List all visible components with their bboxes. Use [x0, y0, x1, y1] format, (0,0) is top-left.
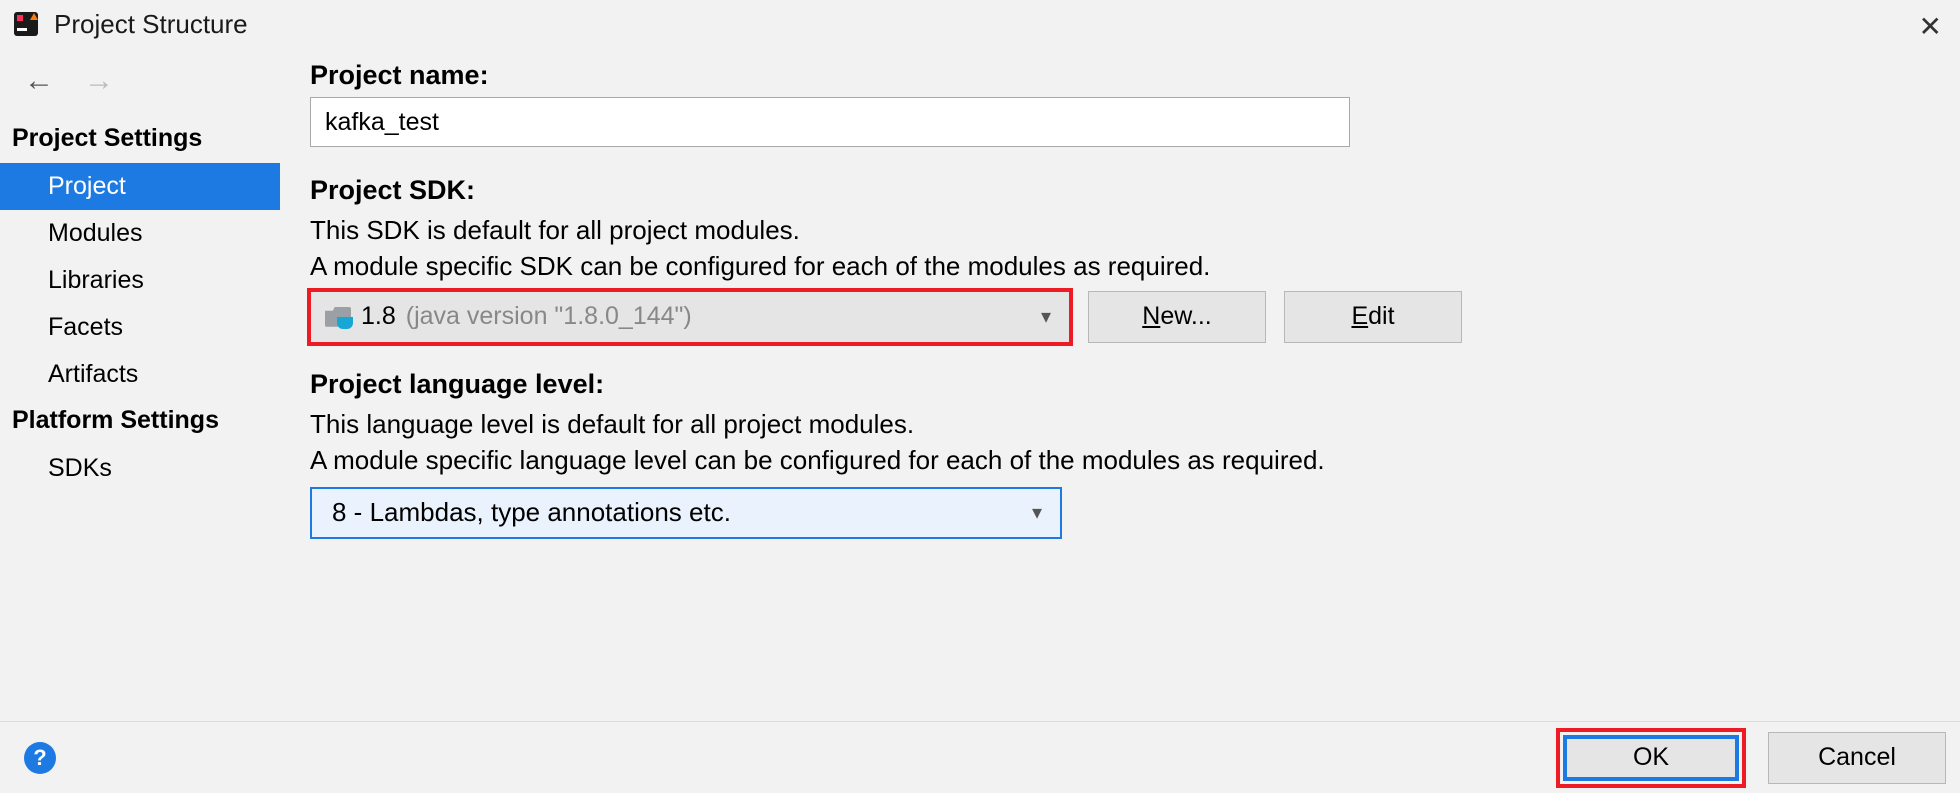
language-level-label: Project language level:: [310, 369, 1930, 400]
project-name-input[interactable]: [310, 97, 1350, 147]
sidebar-item-label: SDKs: [48, 454, 112, 482]
project-sdk-label: Project SDK:: [310, 175, 1930, 206]
history-nav: ← →: [0, 54, 280, 116]
button-label: New...: [1142, 302, 1211, 331]
window-title: Project Structure: [54, 9, 248, 40]
forward-arrow-icon[interactable]: →: [84, 64, 114, 98]
sidebar: ← → Project Settings Project Modules Lib…: [0, 48, 280, 721]
sdk-version: 1.8: [361, 302, 396, 331]
sdk-description-2: A module specific SDK can be configured …: [310, 248, 1930, 284]
cancel-button[interactable]: Cancel: [1768, 732, 1946, 784]
ok-highlight: OK: [1556, 728, 1746, 788]
sidebar-item-label: Facets: [48, 313, 123, 341]
intellij-icon: [12, 10, 40, 38]
chevron-down-icon: ▾: [1032, 500, 1042, 525]
sidebar-item-libraries[interactable]: Libraries: [0, 257, 280, 304]
footer: ? OK Cancel: [0, 721, 1960, 793]
titlebar: Project Structure ✕: [0, 0, 1960, 48]
button-label: Edit: [1351, 302, 1394, 331]
sdk-detail: (java version "1.8.0_144"): [406, 302, 692, 331]
sidebar-item-project[interactable]: Project: [0, 163, 280, 210]
edit-sdk-button[interactable]: Edit: [1284, 291, 1462, 343]
sidebar-item-label: Artifacts: [48, 360, 138, 388]
section-header-platform-settings: Platform Settings: [0, 398, 280, 445]
sdk-description-1: This SDK is default for all project modu…: [310, 212, 1930, 248]
close-icon[interactable]: ✕: [1919, 10, 1942, 43]
java-sdk-icon: [325, 307, 351, 327]
ok-button[interactable]: OK: [1563, 735, 1739, 781]
new-sdk-button[interactable]: New...: [1088, 291, 1266, 343]
language-level-value: 8 - Lambdas, type annotations etc.: [332, 497, 731, 528]
sidebar-item-sdks[interactable]: SDKs: [0, 445, 280, 492]
help-icon[interactable]: ?: [24, 742, 56, 774]
chevron-down-icon: ▾: [1041, 304, 1051, 329]
button-label: Cancel: [1818, 743, 1896, 772]
language-level-dropdown[interactable]: 8 - Lambdas, type annotations etc. ▾: [310, 487, 1062, 539]
sidebar-item-label: Libraries: [48, 266, 144, 294]
back-arrow-icon[interactable]: ←: [24, 64, 54, 98]
sidebar-item-label: Project: [48, 172, 126, 200]
project-name-label: Project name:: [310, 60, 1930, 91]
lang-description-2: A module specific language level can be …: [310, 442, 1930, 478]
project-sdk-dropdown[interactable]: 1.8 (java version "1.8.0_144") ▾: [310, 291, 1070, 343]
section-header-project-settings: Project Settings: [0, 116, 280, 163]
lang-description-1: This language level is default for all p…: [310, 406, 1930, 442]
button-label: OK: [1633, 743, 1669, 772]
sidebar-item-label: Modules: [48, 219, 143, 247]
sidebar-item-artifacts[interactable]: Artifacts: [0, 351, 280, 398]
sidebar-item-facets[interactable]: Facets: [0, 304, 280, 351]
main-panel: Project name: Project SDK: This SDK is d…: [280, 48, 1960, 721]
sidebar-item-modules[interactable]: Modules: [0, 210, 280, 257]
